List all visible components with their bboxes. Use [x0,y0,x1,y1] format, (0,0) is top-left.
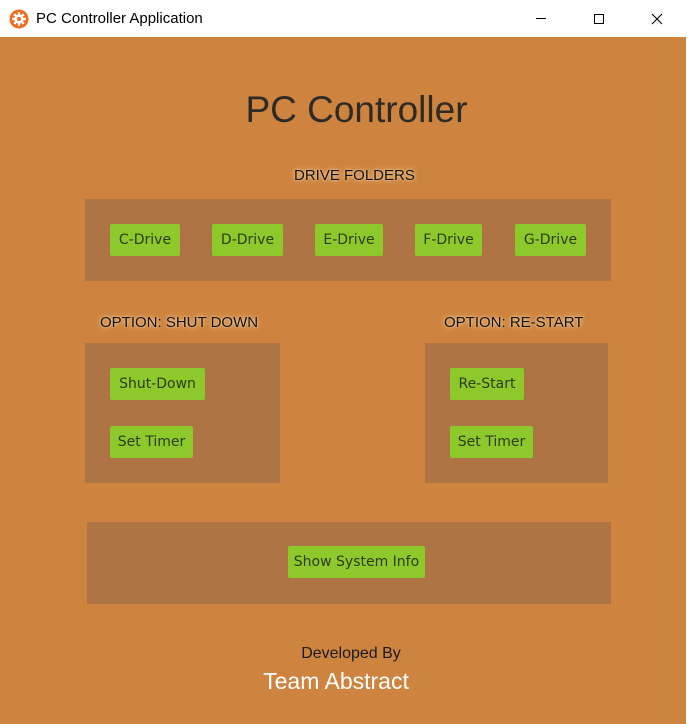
shutdown-panel [85,343,280,483]
f-drive-button[interactable]: F-Drive [415,224,482,256]
c-drive-button[interactable]: C-Drive [110,224,180,256]
show-system-info-button[interactable]: Show System Info [288,546,425,578]
shutdown-set-timer-button[interactable]: Set Timer [110,426,193,458]
close-icon [651,13,663,24]
maximize-button[interactable] [576,0,622,37]
title-bar[interactable]: PC Controller Application [0,0,689,37]
restart-set-timer-button[interactable]: Set Timer [450,426,533,458]
minimize-button[interactable] [518,0,564,37]
restart-option-label: OPTION: RE-START [444,314,584,331]
team-name: Team Abstract [263,668,409,694]
minimize-icon [536,18,546,19]
maximize-icon [594,13,604,24]
g-drive-button[interactable]: G-Drive [515,224,586,256]
main-window-body: PC Controller DRIVE FOLDERS C-Drive D-Dr… [0,37,686,724]
d-drive-button[interactable]: D-Drive [212,224,283,256]
developed-by-label: Developed By [301,645,401,662]
shutdown-button[interactable]: Shut-Down [110,368,205,400]
e-drive-button[interactable]: E-Drive [315,224,383,256]
restart-button[interactable]: Re-Start [450,368,524,400]
gear-icon [9,9,29,29]
drive-folders-label: DRIVE FOLDERS [294,167,415,184]
close-button[interactable] [634,0,680,37]
window-title: PC Controller Application [36,10,203,27]
restart-panel [425,343,608,483]
shutdown-option-label: OPTION: SHUT DOWN [100,314,259,331]
page-title: PC Controller [245,89,468,130]
